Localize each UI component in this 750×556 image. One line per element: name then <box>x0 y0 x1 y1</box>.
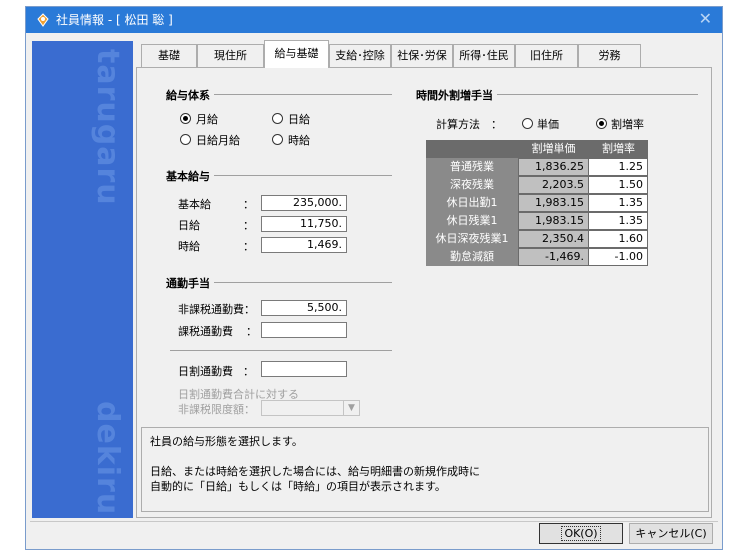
chevron-down-icon: ▼ <box>343 401 359 415</box>
tab-label: 旧住所 <box>530 49 563 62</box>
taxable-commute-label: 課税通勤費 <box>178 325 233 338</box>
cancel-button[interactable]: キャンセル(C) <box>629 523 713 544</box>
table-cell-rate[interactable]: 1.50 <box>588 176 648 194</box>
ok-button-label: OK(O) <box>561 526 601 541</box>
tab-label: 基礎 <box>158 49 180 62</box>
table-row-label: 深夜残業 <box>426 176 518 194</box>
tab-label: 給与基礎 <box>274 47 319 60</box>
table-cell-rate[interactable]: 1.35 <box>588 194 648 212</box>
table-row-label: 休日残業1 <box>426 212 518 230</box>
footer-divider <box>30 521 718 522</box>
taxable-commute-field[interactable] <box>261 322 347 338</box>
tab-income-resident[interactable]: 所得･住民 <box>453 44 515 67</box>
ok-button[interactable]: OK(O) <box>539 523 623 544</box>
description-line <box>150 449 700 464</box>
nontaxable-commute-label: 非課税通勤費： <box>178 303 255 316</box>
table-cell-rate[interactable]: 1.25 <box>588 158 648 176</box>
colon: ： <box>246 325 257 338</box>
tab-payment-deduction[interactable]: 支給･控除 <box>329 44 391 67</box>
table-cell-rate[interactable]: 1.35 <box>588 212 648 230</box>
radio-daily-monthly[interactable] <box>180 134 191 145</box>
table-row-label: 普通残業 <box>426 158 518 176</box>
tab-basic[interactable]: 基礎 <box>141 44 197 67</box>
hourly-pay-field[interactable]: 1,469. <box>261 237 347 253</box>
daily-commute-label: 日割通勤費 <box>178 365 233 378</box>
table-cell-price: 1,983.15 <box>518 212 589 230</box>
tab-labor[interactable]: 労務 <box>578 44 641 67</box>
table-row-label: 勤怠減額 <box>426 248 518 266</box>
description-box: 社員の給与形態を選択します。 日給、または時給を選択した場合には、給与明細書の新… <box>141 427 709 512</box>
tab-label: 所得･住民 <box>459 49 509 62</box>
colon: ： <box>243 198 254 211</box>
calc-method-label: 計算方法 ： <box>436 118 502 131</box>
radio-hourly[interactable] <box>272 134 283 145</box>
table-header-rate: 割増率 <box>589 140 648 158</box>
colon: ： <box>243 240 254 253</box>
hourly-pay-label: 時給 <box>178 240 200 253</box>
tab-current-address[interactable]: 現住所 <box>197 44 264 67</box>
radio-premium-rate[interactable] <box>596 118 607 129</box>
daily-commute-field[interactable] <box>261 361 347 377</box>
table-cell-rate[interactable]: -1.00 <box>588 248 648 266</box>
table-cell-price: 2,350.4 <box>518 230 589 248</box>
table-row-label: 休日深夜残業1 <box>426 230 518 248</box>
table-header-price: 割増単価 <box>518 140 589 158</box>
tab-old-address[interactable]: 旧住所 <box>515 44 578 67</box>
tab-label: 支給･控除 <box>335 49 385 62</box>
close-icon[interactable]: ✕ <box>699 10 712 28</box>
tab-label: 労務 <box>598 49 621 62</box>
sidebar-banner: tarugaru dekiru <box>32 41 133 518</box>
description-line: 日給、または時給を選択した場合には、給与明細書の新規作成時に <box>150 465 480 478</box>
base-pay-label: 基本給 <box>178 198 211 211</box>
commute-title: 通勤手当 <box>166 275 214 291</box>
sidebar-watermark-bottom: dekiru <box>90 401 125 516</box>
description-line: 自動的に「日給」もしくは「時給」の項目が表示されます。 <box>150 480 446 493</box>
section-divider <box>170 350 392 351</box>
tab-label: 社保･労保 <box>397 49 447 62</box>
window-title: 社員情報 - [ 松田 聡 ] <box>56 13 173 27</box>
table-row-label: 休日出勤1 <box>426 194 518 212</box>
table-cell-rate[interactable]: 1.60 <box>588 230 648 248</box>
nontaxable-commute-field[interactable]: 5,500. <box>261 300 347 316</box>
radio-monthly-label: 月給 <box>196 113 218 126</box>
table-corner <box>426 140 518 158</box>
radio-hourly-label: 時給 <box>288 134 310 147</box>
radio-unit-price[interactable] <box>522 118 533 129</box>
radio-daily-monthly-label: 日給月給 <box>196 134 240 147</box>
daily-pay-field[interactable]: 11,750. <box>261 216 347 232</box>
base-pay-field[interactable]: 235,000. <box>261 195 347 211</box>
table-cell-price: -1,469. <box>518 248 589 266</box>
tab-label: 現住所 <box>214 49 247 62</box>
table-cell-price: 2,203.5 <box>518 176 589 194</box>
tab-insurance[interactable]: 社保･労保 <box>391 44 453 67</box>
table-cell-price: 1,983.15 <box>518 194 589 212</box>
colon: ： <box>243 219 254 232</box>
table-cell-price: 1,836.25 <box>518 158 589 176</box>
limit-label-line2: 非課税限度額： <box>178 403 255 416</box>
description-line: 社員の給与形態を選択します。 <box>150 435 303 448</box>
base-salary-title: 基本給与 <box>166 168 214 184</box>
tab-salary-basic[interactable]: 給与基礎 <box>264 40 329 68</box>
colon: ： <box>243 365 254 378</box>
radio-monthly[interactable] <box>180 113 191 124</box>
radio-premium-rate-label: 割増率 <box>611 118 644 131</box>
salary-system-title: 給与体系 <box>166 87 214 103</box>
radio-daily-label: 日給 <box>288 113 310 126</box>
overtime-title: 時間外割増手当 <box>416 87 497 103</box>
app-icon <box>37 13 49 27</box>
daily-pay-label: 日給 <box>178 219 200 232</box>
radio-daily[interactable] <box>272 113 283 124</box>
nontaxable-limit-select[interactable]: ▼ <box>261 400 360 416</box>
sidebar-watermark-top: tarugaru <box>90 49 125 206</box>
radio-unit-price-label: 単価 <box>537 118 559 131</box>
title-bar: 社員情報 - [ 松田 聡 ] ✕ <box>26 7 722 33</box>
employee-info-window: 社員情報 - [ 松田 聡 ] ✕ tarugaru dekiru 基礎 現住所… <box>25 6 723 550</box>
cancel-button-label: キャンセル(C) <box>635 527 707 540</box>
